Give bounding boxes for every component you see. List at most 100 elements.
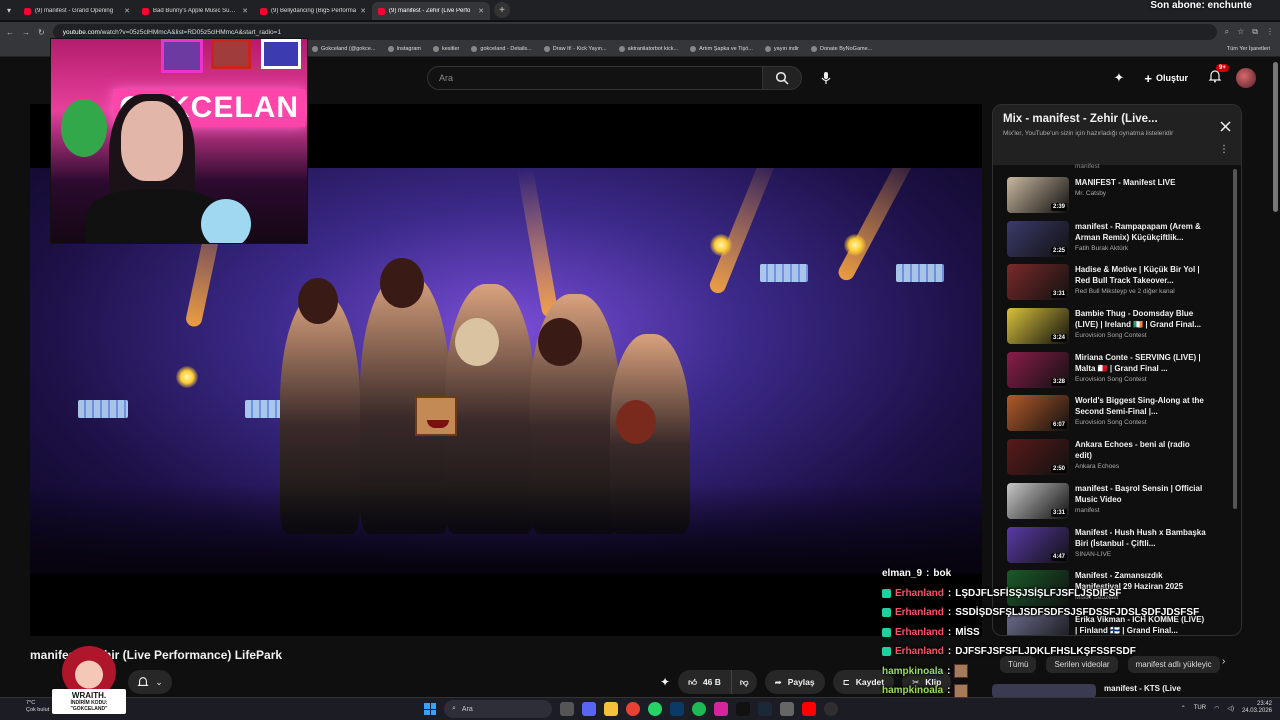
browser-tab[interactable]: Bad Bunny's Apple Music Super ✕ <box>136 2 254 20</box>
all-bookmarks[interactable]: Tüm Yer İşaretleri <box>1227 46 1270 52</box>
extensions-icon[interactable]: ⧉ <box>1252 27 1258 37</box>
language-indicator[interactable]: TUR <box>1194 705 1206 711</box>
steam-icon[interactable] <box>758 702 772 716</box>
bookmark-item[interactable]: yayın indir <box>764 46 799 52</box>
chevron-up-icon[interactable]: ⌃ <box>1181 705 1186 712</box>
playlist-item-channel: Fatih Burak Aktürk <box>1075 244 1129 252</box>
wifi-icon[interactable]: ◠ <box>1214 705 1219 712</box>
favicon-icon <box>471 46 478 52</box>
youtube-icon[interactable] <box>802 702 816 716</box>
chrome-icon[interactable] <box>626 702 640 716</box>
playlist-item-title: Hadise & Motive | Küçük Bir Yol | Red Bu… <box>1075 265 1200 286</box>
whatsapp-icon[interactable] <box>648 702 662 716</box>
like-button[interactable]: 👍︎ 46 B <box>678 670 732 694</box>
playlist-item[interactable]: 3:31 manifest - Başrol Sensin | Official … <box>1007 482 1237 527</box>
cast-icon[interactable]: ✦ <box>1113 70 1124 86</box>
bookmark-item[interactable]: Gokceland (@gokce... <box>312 46 376 52</box>
dislike-button[interactable]: 👎︎ <box>731 670 757 694</box>
task-view-icon[interactable] <box>560 702 574 716</box>
tab-search-icon[interactable]: ▾ <box>0 0 18 20</box>
zoom-icon[interactable]: ⌕ <box>1225 27 1229 37</box>
plus-icon: + <box>1144 70 1152 86</box>
playlist-item[interactable]: 3:28 Miriana Conte - SERVING (LIVE) | Mal… <box>1007 351 1237 396</box>
subscription-bell-button[interactable]: ⌄ <box>128 670 172 694</box>
tiktok-icon[interactable] <box>736 702 750 716</box>
photoshop-icon[interactable] <box>670 702 684 716</box>
discord-icon[interactable] <box>582 702 596 716</box>
sponsor-overlay: WRAITH. İNDİRİM KODU: "GOKCELAND" <box>48 646 130 720</box>
browser-tab[interactable]: (9) manifest - Zehir (Live Perfo ✕ <box>372 2 490 20</box>
thumbs-down-icon: 👎︎ <box>739 676 749 687</box>
thumbs-up-icon: 👍︎ <box>688 676 697 687</box>
clock[interactable]: 23:42 24.03.2026 <box>1242 701 1272 715</box>
search-input[interactable]: Ara <box>427 66 763 90</box>
playlist-item[interactable]: 2:25 manifest - Rampapapam (Arem & Arman … <box>1007 220 1237 265</box>
playlist-title: Mix - manifest - Zehir (Live... <box>1003 113 1158 125</box>
forward-icon[interactable]: → <box>22 28 30 37</box>
video-thumbnail: 3:24 <box>1007 308 1069 345</box>
settings-icon[interactable] <box>780 702 794 716</box>
spotify-icon[interactable] <box>692 702 706 716</box>
playlist-scrollbar[interactable] <box>1233 169 1237 509</box>
notifications-button[interactable]: 9+ <box>1208 63 1229 88</box>
taskbar-search[interactable]: ⌕ Ara <box>444 700 552 718</box>
page-scrollbar[interactable] <box>1273 62 1278 212</box>
menu-icon[interactable]: ⋮ <box>1266 27 1274 37</box>
instagram-icon[interactable] <box>714 702 728 716</box>
bookmark-item[interactable]: Instagram <box>387 46 421 52</box>
new-tab-button[interactable]: + <box>494 2 510 18</box>
sparkle-icon[interactable]: ✦ <box>660 675 670 689</box>
reload-icon[interactable]: ↻ <box>38 28 45 37</box>
browser-tab[interactable]: (9) Bellydancing (Big5 Performa ✕ <box>254 2 372 20</box>
weather-widget[interactable]: 7°C Çok bulut <box>26 700 49 714</box>
playlist-item[interactable]: 2:39 MANIFEST - Manifest LIVE Mr. Catsby <box>1007 177 1237 221</box>
file-explorer-icon[interactable] <box>604 702 618 716</box>
close-icon[interactable]: ✕ <box>242 7 248 15</box>
bookmark-item[interactable]: Draw It! - Kick Yayın... <box>543 46 607 52</box>
playlist-item-title: World's Biggest Sing-Along at the Second… <box>1075 396 1204 417</box>
playlist-item[interactable]: 2:50 Ankara Echoes - beni al (radio edit)… <box>1007 439 1237 483</box>
chat-username: hampkinoala <box>882 685 944 697</box>
create-button[interactable]: + Oluştur <box>1138 66 1194 90</box>
more-options-icon[interactable]: ⋮ <box>1219 145 1229 155</box>
bookmark-item[interactable]: kesitler <box>432 46 459 52</box>
video-thumbnail: 6:07 <box>1007 395 1069 432</box>
chat-username: Erhanland <box>895 587 944 599</box>
obs-icon[interactable] <box>824 702 838 716</box>
bookmark-item[interactable]: Donate ByNoGame... <box>810 46 872 52</box>
sponsor-code: İNDİRİM KODU: "GOKCELAND" <box>70 700 108 712</box>
share-icon: ➦ <box>774 676 782 687</box>
search-button[interactable] <box>762 66 802 90</box>
playlist-item[interactable]: 3:24 Bambie Thug - Doomsday Blue (LIVE) |… <box>1007 308 1237 352</box>
browser-tab[interactable]: (9) manifest - Grand Opening ✕ <box>18 2 136 20</box>
duration-badge: 2:39 <box>1050 203 1067 211</box>
close-icon[interactable] <box>1220 119 1231 137</box>
bookmark-item[interactable]: Artım Şapka ve Tişö... <box>690 46 753 52</box>
playlist-item[interactable]: 3:31 Hadise & Motive | Küçük Bir Yol | Re… <box>1007 264 1237 308</box>
avatar[interactable] <box>1236 68 1256 88</box>
video-thumbnail: 2:50 <box>1007 439 1069 476</box>
playlist-item-channel: manifest <box>1075 506 1100 514</box>
chat-separator: : <box>947 646 952 658</box>
video-thumbnail: 3:31 <box>1007 264 1069 301</box>
video-thumbnail: 4:47 <box>1007 526 1069 563</box>
bookmark-item[interactable]: gokceland - Details... <box>471 46 532 52</box>
chat-message: elman_9: bok <box>882 564 1242 584</box>
voice-search-button[interactable] <box>814 66 838 90</box>
playlist-item-channel: Red Bull Miksteyp ve 2 diğer kanal <box>1075 288 1175 296</box>
youtube-icon <box>142 7 149 15</box>
chat-text: LŞDJFLSFİSŞJSİŞLFJSFLJŞDİFSF <box>955 587 1122 599</box>
kick-badge-icon <box>882 647 891 657</box>
volume-icon[interactable]: ◁) <box>1227 705 1234 712</box>
star-icon[interactable]: ☆ <box>1237 27 1244 37</box>
close-icon[interactable]: ✕ <box>124 7 130 15</box>
share-button[interactable]: ➦ Paylaş <box>764 670 825 694</box>
playlist-item[interactable]: 6:07 World's Biggest Sing-Along at the Se… <box>1007 395 1237 439</box>
close-icon[interactable]: ✕ <box>478 7 484 15</box>
bookmark-item[interactable]: aktranilatorbot kick... <box>618 46 678 52</box>
close-icon[interactable]: ✕ <box>360 7 366 15</box>
chat-text: bok <box>933 568 952 580</box>
chat-separator: : <box>947 685 951 697</box>
windows-start-icon[interactable] <box>424 703 436 715</box>
back-icon[interactable]: ← <box>6 28 14 37</box>
